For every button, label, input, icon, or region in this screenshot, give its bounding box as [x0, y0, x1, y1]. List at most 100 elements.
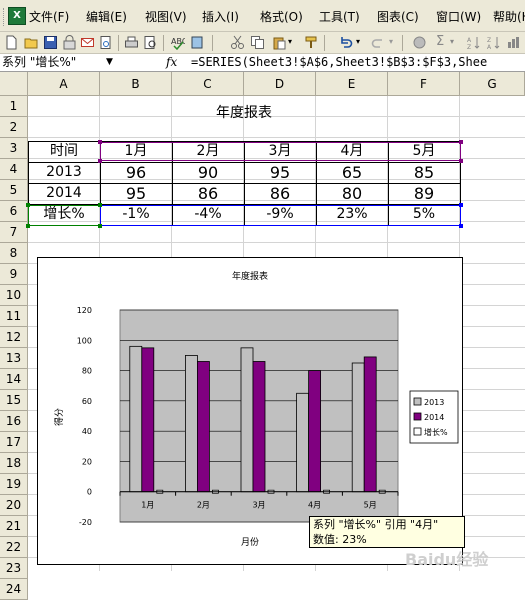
chart-wizard-icon[interactable]: [506, 35, 521, 50]
cell-b6[interactable]: -1%: [100, 204, 172, 225]
row-header-22[interactable]: 22: [0, 537, 28, 558]
menu-tools[interactable]: 工具(T): [319, 8, 360, 26]
column-header-e[interactable]: E: [316, 72, 388, 96]
copy-icon[interactable]: [250, 35, 265, 50]
bar-series-1-1[interactable]: [196, 361, 210, 493]
row-header-13[interactable]: 13: [0, 348, 28, 369]
cell-d6[interactable]: -9%: [244, 204, 316, 225]
sort-descending-icon[interactable]: ZA: [486, 35, 501, 50]
redo-icon[interactable]: [371, 35, 386, 50]
save-icon[interactable]: [43, 35, 58, 50]
bar-series-1-4[interactable]: [363, 356, 377, 493]
menu-file[interactable]: 文件(F): [29, 8, 69, 26]
menu-insert[interactable]: 插入(I): [202, 8, 239, 26]
cell-e5[interactable]: 80: [316, 183, 388, 204]
row-header-24[interactable]: 24: [0, 579, 28, 600]
insert-function-icon[interactable]: fx: [166, 54, 180, 71]
row-header-9[interactable]: 9: [0, 264, 28, 285]
column-header-b[interactable]: B: [100, 72, 172, 96]
excel-app-icon[interactable]: X: [8, 7, 26, 25]
row-header-16[interactable]: 16: [0, 411, 28, 432]
bar-series-0-2[interactable]: [240, 347, 254, 493]
spelling-icon[interactable]: ABC: [170, 35, 185, 50]
bar-series-0-3[interactable]: [296, 392, 310, 493]
permission-icon[interactable]: [62, 35, 77, 50]
row-header-11[interactable]: 11: [0, 306, 28, 327]
chevron-down-icon[interactable]: ▼: [106, 54, 113, 71]
open-folder-icon[interactable]: [24, 35, 39, 50]
row-header-3[interactable]: 3: [0, 138, 28, 159]
research-icon[interactable]: [190, 35, 205, 50]
chevron-down-icon[interactable]: ▾: [288, 37, 292, 46]
row-header-15[interactable]: 15: [0, 390, 28, 411]
cell-c5[interactable]: 86: [172, 183, 244, 204]
undo-icon[interactable]: [338, 35, 353, 50]
row-header-4[interactable]: 4: [0, 159, 28, 180]
bar-series-1-0[interactable]: [141, 347, 155, 493]
cell-c3[interactable]: 2月: [172, 141, 244, 162]
cell-f6[interactable]: 5%: [388, 204, 460, 225]
bar-series-1-3[interactable]: [308, 370, 322, 493]
cell-b4[interactable]: 96: [100, 162, 172, 183]
cell-c6[interactable]: -4%: [172, 204, 244, 225]
column-header-f[interactable]: F: [388, 72, 460, 96]
row-header-23[interactable]: 23: [0, 558, 28, 579]
formula-input[interactable]: =SERIES(Sheet3!$A$6,Sheet3!$B$3:$F$3,She…: [191, 54, 525, 71]
menu-help[interactable]: 帮助(H): [493, 8, 525, 26]
print-preview-icon[interactable]: [143, 35, 158, 50]
cell-f3[interactable]: 5月: [388, 141, 460, 162]
chevron-down-icon[interactable]: ▾: [389, 37, 393, 46]
cell-e6[interactable]: 23%: [316, 204, 388, 225]
menu-chart[interactable]: 图表(C): [377, 8, 419, 26]
cell-a6[interactable]: 增长%: [28, 204, 100, 225]
sheet-title[interactable]: 年度报表: [172, 103, 316, 124]
cell-e3[interactable]: 4月: [316, 141, 388, 162]
cell-a4[interactable]: 2013: [28, 162, 100, 183]
row-header-21[interactable]: 21: [0, 516, 28, 537]
row-header-12[interactable]: 12: [0, 327, 28, 348]
row-header-1[interactable]: 1: [0, 96, 28, 117]
row-header-17[interactable]: 17: [0, 432, 28, 453]
row-header-5[interactable]: 5: [0, 180, 28, 201]
column-header-g[interactable]: G: [460, 72, 525, 96]
cell-d4[interactable]: 95: [244, 162, 316, 183]
column-header-d[interactable]: D: [244, 72, 316, 96]
sort-ascending-icon[interactable]: AZ: [466, 35, 481, 50]
row-header-6[interactable]: 6: [0, 201, 28, 222]
cell-d3[interactable]: 3月: [244, 141, 316, 162]
row-header-7[interactable]: 7: [0, 222, 28, 243]
menu-view[interactable]: 视图(V): [145, 8, 187, 26]
bar-series-1-2[interactable]: [252, 361, 266, 493]
name-box[interactable]: 系列 "增长%": [0, 54, 118, 71]
format-painter-icon[interactable]: [304, 35, 319, 50]
paste-icon[interactable]: [272, 35, 287, 50]
bar-series-0-4[interactable]: [351, 362, 365, 493]
cell-e4[interactable]: 65: [316, 162, 388, 183]
cell-b5[interactable]: 95: [100, 183, 172, 204]
cell-f4[interactable]: 85: [388, 162, 460, 183]
cell-d5[interactable]: 86: [244, 183, 316, 204]
row-header-10[interactable]: 10: [0, 285, 28, 306]
row-header-14[interactable]: 14: [0, 369, 28, 390]
bar-series-0-1[interactable]: [184, 355, 198, 493]
print-icon[interactable]: [124, 35, 139, 50]
autosum-icon[interactable]: Σ: [436, 34, 444, 49]
cell-c4[interactable]: 90: [172, 162, 244, 183]
row-header-19[interactable]: 19: [0, 474, 28, 495]
column-header-a[interactable]: A: [28, 72, 100, 96]
y-axis-label[interactable]: 得分: [53, 408, 65, 426]
select-all-corner[interactable]: [0, 72, 28, 96]
chart-title[interactable]: 年度报表: [232, 270, 268, 282]
chevron-down-icon[interactable]: ▾: [356, 37, 360, 46]
cell-a3[interactable]: 时间: [28, 141, 100, 162]
column-header-c[interactable]: C: [172, 72, 244, 96]
menubar-grip[interactable]: [3, 8, 7, 26]
cell-a5[interactable]: 2014: [28, 183, 100, 204]
row-header-20[interactable]: 20: [0, 495, 28, 516]
menu-edit[interactable]: 编辑(E): [86, 8, 127, 26]
bar-series-0-0[interactable]: [129, 345, 143, 493]
menu-format[interactable]: 格式(O): [260, 8, 303, 26]
chevron-down-icon[interactable]: ▾: [450, 37, 454, 46]
row-header-8[interactable]: 8: [0, 243, 28, 264]
row-header-18[interactable]: 18: [0, 453, 28, 474]
